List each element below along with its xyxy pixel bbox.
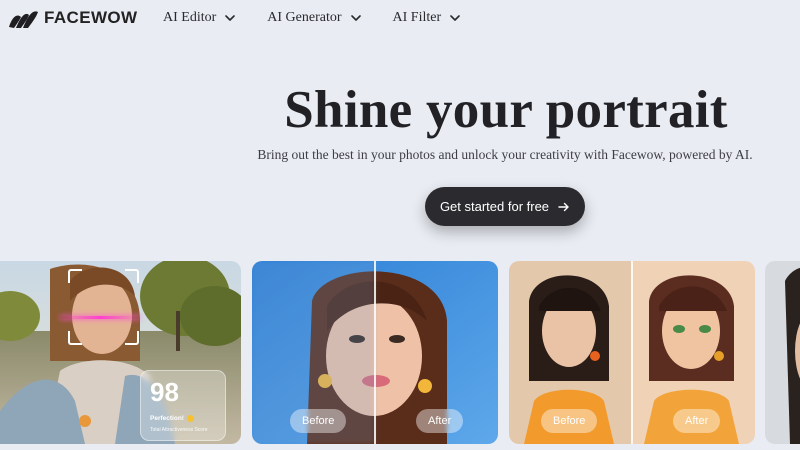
frame-corner: [125, 331, 139, 345]
frame-corner: [68, 269, 82, 283]
after-label: After: [673, 409, 721, 433]
score-caption: Total Attractiveness Score: [150, 427, 208, 433]
scan-line: [60, 316, 140, 319]
nav-item-ai-generator[interactable]: AI Generator: [267, 10, 361, 26]
face-scan-frame: [68, 269, 139, 345]
enhance-card[interactable]: Before After: [252, 261, 498, 444]
arrow-right-icon: [558, 202, 569, 211]
frame-corner: [125, 269, 139, 283]
before-label: Before: [541, 409, 598, 433]
smile-emoji-icon: [186, 415, 194, 422]
nav-item-label: AI Filter: [392, 10, 442, 25]
score-label: Perfection!: [150, 415, 194, 422]
chevron-down-icon: [225, 14, 236, 21]
nav-item-label: AI Editor: [163, 10, 217, 25]
score-label-text: Perfection!: [150, 415, 184, 422]
facewow-logo-icon: [9, 11, 38, 28]
get-started-label: Get started for free: [439, 199, 550, 214]
brand-logo[interactable]: FACEWOW: [8, 7, 137, 29]
before-label: Before: [290, 409, 347, 433]
cartoon-card[interactable]: Before After: [509, 261, 755, 444]
score-value: 98: [150, 377, 179, 407]
chevron-down-icon: [450, 14, 460, 21]
score-panel: 98 Perfection! Total Attractiveness Scor…: [140, 370, 226, 441]
face-score-card[interactable]: 98 Perfection! Total Attractiveness Scor…: [0, 261, 241, 444]
compare-divider[interactable]: [374, 261, 376, 444]
brand-name: FACEWOW: [44, 8, 138, 27]
nav-menu: AI Editor AI Generator AI Filter: [163, 10, 460, 26]
nav-item-label: AI Generator: [267, 10, 342, 25]
chevron-down-icon: [350, 14, 361, 21]
nav-item-ai-editor[interactable]: AI Editor: [163, 10, 236, 26]
get-started-button[interactable]: Get started for free: [425, 187, 585, 226]
hero-subtitle: Bring out the best in your photos and un…: [257, 147, 753, 162]
partial-card[interactable]: [765, 261, 800, 444]
partial-photo: [765, 261, 800, 444]
top-navigation: FACEWOW AI Editor AI Generator AI Filter: [0, 0, 800, 38]
compare-divider[interactable]: [631, 261, 633, 444]
hero-title: Shine your portrait: [284, 81, 728, 139]
after-label: After: [416, 409, 464, 433]
frame-corner: [68, 331, 82, 345]
nav-item-ai-filter[interactable]: AI Filter: [393, 10, 461, 26]
